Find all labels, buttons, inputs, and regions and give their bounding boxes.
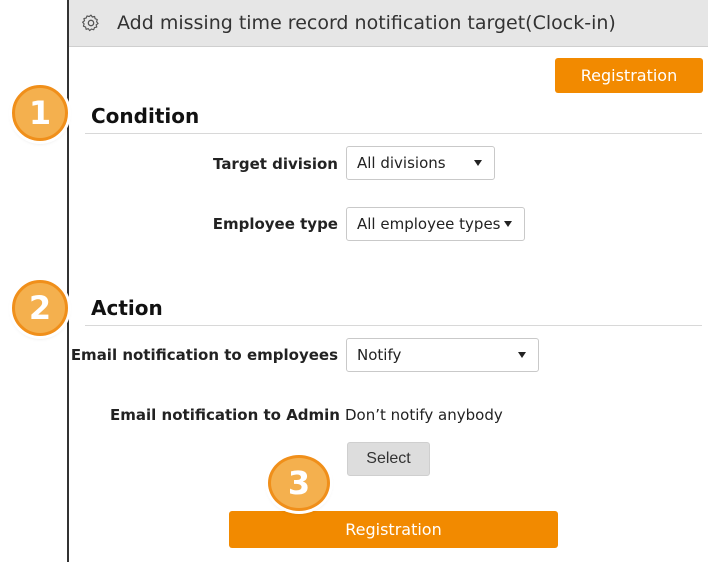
registration-button-top[interactable]: Registration xyxy=(555,58,703,93)
target-division-value: All divisions xyxy=(357,154,446,172)
registration-button-bottom[interactable]: Registration xyxy=(229,511,558,548)
chevron-down-icon xyxy=(504,221,512,227)
step-badge-3: 3 xyxy=(268,455,330,511)
chevron-down-icon xyxy=(474,160,482,166)
email-employees-label: Email notification to employees xyxy=(70,346,338,364)
target-division-select[interactable]: All divisions xyxy=(346,146,495,180)
email-employees-select[interactable]: Notify xyxy=(346,338,539,372)
action-section-title: Action xyxy=(91,296,163,320)
chevron-down-icon xyxy=(518,352,526,358)
page-title: Add missing time record notification tar… xyxy=(117,12,616,34)
email-admin-label: Email notification to Admin xyxy=(110,406,340,424)
email-employees-value: Notify xyxy=(357,346,402,364)
dialog-panel: Add missing time record notification tar… xyxy=(67,0,708,562)
action-divider xyxy=(85,325,702,326)
select-button[interactable]: Select xyxy=(347,442,430,476)
step-badge-1: 1 xyxy=(12,85,68,141)
title-bar: Add missing time record notification tar… xyxy=(69,0,708,47)
email-admin-value: Don’t notify anybody xyxy=(345,406,503,424)
employee-type-label: Employee type xyxy=(212,215,338,233)
employee-type-select[interactable]: All employee types xyxy=(346,207,525,241)
step-badge-2: 2 xyxy=(12,280,68,336)
gear-icon xyxy=(82,14,99,32)
employee-type-value: All employee types xyxy=(357,215,501,233)
condition-section-title: Condition xyxy=(91,104,200,128)
target-division-label: Target division xyxy=(213,155,338,173)
condition-divider xyxy=(85,133,702,134)
